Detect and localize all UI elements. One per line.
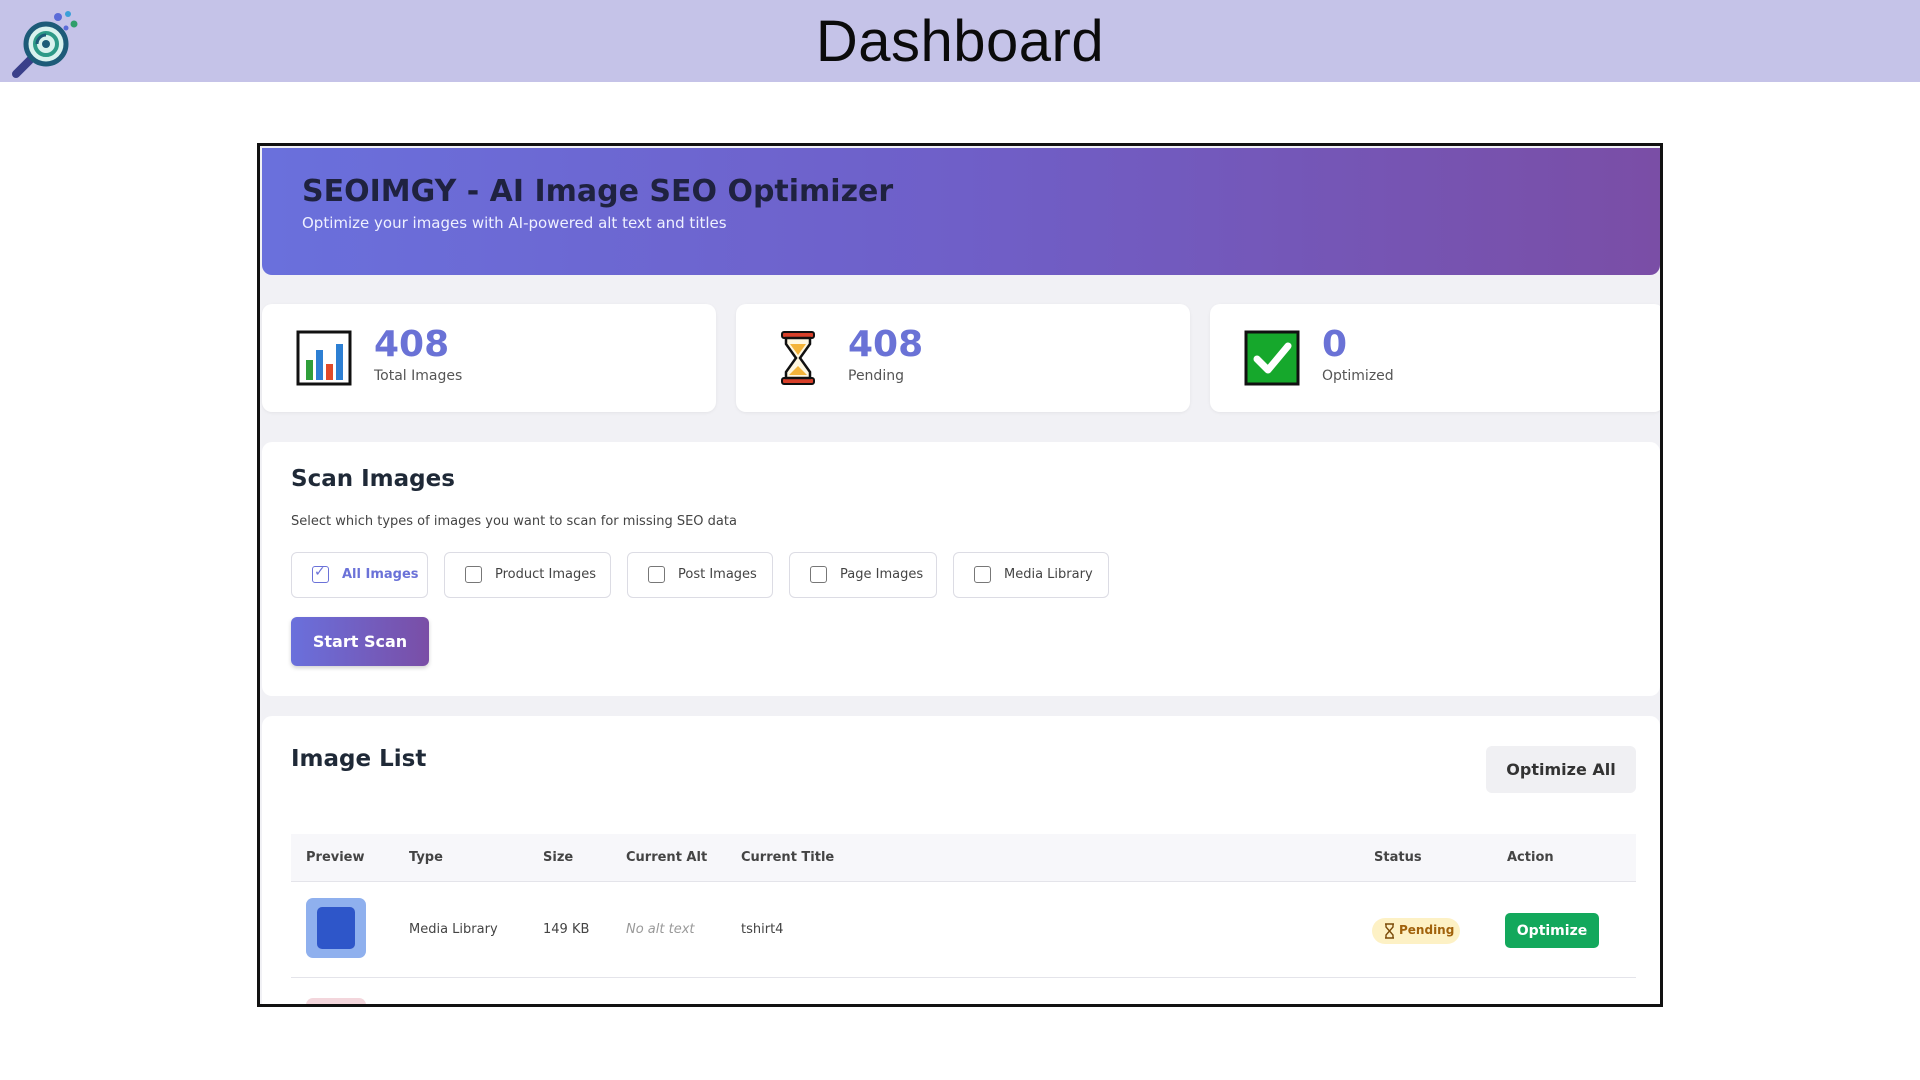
stat-label: Total Images xyxy=(374,368,463,384)
scan-images-panel: Scan Images Select which types of images… xyxy=(262,442,1660,696)
column-header-current-alt: Current Alt xyxy=(626,850,708,865)
stat-value: 0 xyxy=(1322,324,1348,365)
checkbox-post-images[interactable]: Post Images xyxy=(627,552,773,598)
table-row: Media Library 149 KB No alt text tshirt4… xyxy=(291,882,1636,978)
cell-type: Media Library xyxy=(409,922,498,937)
cell-current-alt: No alt text xyxy=(626,922,695,937)
start-scan-button[interactable]: Start Scan xyxy=(291,617,429,666)
cell-size: 149 KB xyxy=(543,922,590,937)
image-list-panel: Image List Optimize All Preview Type Siz… xyxy=(262,716,1660,1004)
checkbox-page-images[interactable]: Page Images xyxy=(789,552,937,598)
checkbox-label: Product Images xyxy=(495,567,596,582)
checkbox-media-library[interactable]: Media Library xyxy=(953,552,1109,598)
hourglass-icon xyxy=(1385,923,1394,939)
stat-card-optimized: 0 Optimized xyxy=(1210,304,1660,412)
checkbox-all-images[interactable]: All Images xyxy=(291,552,428,598)
column-header-type: Type xyxy=(409,850,443,865)
column-header-status: Status xyxy=(1374,850,1422,865)
stat-label: Optimized xyxy=(1322,368,1394,384)
column-header-preview: Preview xyxy=(306,850,365,865)
app-title: SEOIMGY - AI Image SEO Optimizer xyxy=(302,174,894,209)
column-header-size: Size xyxy=(543,850,574,865)
scan-description: Select which types of images you want to… xyxy=(291,514,737,529)
stat-card-total: 408 Total Images xyxy=(262,304,716,412)
checkbox-label: Post Images xyxy=(678,567,757,582)
image-list-title: Image List xyxy=(291,746,427,772)
checkbox-icon[interactable] xyxy=(974,566,991,583)
image-preview-thumbnail xyxy=(306,898,366,958)
hourglass-icon xyxy=(781,331,815,385)
cell-current-title: tshirt4 xyxy=(741,922,784,937)
checkbox-label: Media Library xyxy=(1004,567,1093,582)
stat-value: 408 xyxy=(374,324,450,365)
stat-value: 408 xyxy=(848,324,924,365)
stat-label: Pending xyxy=(848,368,904,384)
checkbox-product-images[interactable]: Product Images xyxy=(444,552,611,598)
checkbox-icon[interactable] xyxy=(648,566,665,583)
checkbox-icon[interactable] xyxy=(810,566,827,583)
page-title: Dashboard xyxy=(815,9,1105,74)
next-row-thumbnail-partial xyxy=(306,998,366,1004)
column-header-current-title: Current Title xyxy=(741,850,835,865)
scan-title: Scan Images xyxy=(291,466,455,492)
checkbox-icon[interactable] xyxy=(465,566,482,583)
checkbox-checked-icon[interactable] xyxy=(312,564,329,583)
app-header: SEOIMGY - AI Image SEO Optimizer Optimiz… xyxy=(262,148,1660,275)
status-badge: Pending xyxy=(1372,918,1460,944)
column-header-action: Action xyxy=(1507,850,1554,865)
bar-chart-icon xyxy=(296,330,352,386)
tshirt-image-icon xyxy=(317,907,355,949)
table-header: Preview Type Size Current Alt Current Ti… xyxy=(291,834,1636,882)
check-mark-icon xyxy=(1244,330,1300,386)
app-subtitle: Optimize your images with AI-powered alt… xyxy=(302,214,727,232)
status-label: Pending xyxy=(1399,923,1455,937)
optimize-all-button[interactable]: Optimize All xyxy=(1486,746,1636,793)
screenshot-frame: SEOIMGY - AI Image SEO Optimizer Optimiz… xyxy=(257,143,1663,1007)
top-banner: Dashboard xyxy=(0,0,1920,82)
optimize-button[interactable]: Optimize xyxy=(1505,913,1599,948)
checkbox-label: All Images xyxy=(342,567,419,582)
checkbox-label: Page Images xyxy=(840,567,924,582)
stat-card-pending: 408 Pending xyxy=(736,304,1190,412)
